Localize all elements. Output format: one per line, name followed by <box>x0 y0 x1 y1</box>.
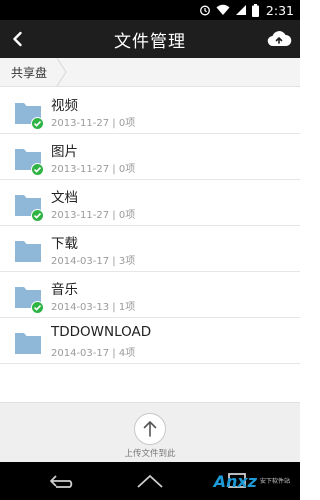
file-name: TDDOWNLOAD <box>51 324 152 340</box>
breadcrumb-separator-icon <box>56 57 68 87</box>
file-meta: 2014-03-13 | 1项 <box>51 302 136 313</box>
signal-icon <box>235 4 247 16</box>
folder-icon <box>14 236 42 264</box>
synced-check-icon <box>31 207 44 222</box>
wifi-icon <box>216 4 230 16</box>
upload-area: 上传文件到此 <box>0 402 300 462</box>
file-row-videos[interactable]: 视频 2013-11-27 | 0项 <box>0 88 300 134</box>
watermark-brand: Anxz <box>213 471 257 491</box>
synced-check-icon <box>31 299 44 314</box>
home-nav-icon[interactable] <box>135 471 165 491</box>
title-bar: 文件管理 <box>0 20 300 58</box>
status-bar: 2:31 <box>0 0 300 20</box>
back-nav-icon[interactable] <box>46 471 76 491</box>
file-name: 下载 <box>51 236 78 252</box>
file-meta: 2013-11-27 | 0项 <box>51 210 136 221</box>
file-row-pictures[interactable]: 图片 2013-11-27 | 0项 <box>0 134 300 180</box>
file-meta: 2014-03-17 | 3项 <box>51 256 136 267</box>
file-meta: 2013-11-27 | 0项 <box>51 164 136 175</box>
synced-check-icon <box>31 115 44 130</box>
file-meta: 2014-03-17 | 4项 <box>51 348 136 359</box>
page-title: 文件管理 <box>114 31 186 52</box>
file-row-music[interactable]: 音乐 2014-03-13 | 1项 <box>0 272 300 318</box>
folder-icon <box>14 328 42 356</box>
breadcrumb-item-shared-drive[interactable]: 共享盘 <box>0 58 64 86</box>
file-name: 音乐 <box>51 282 78 298</box>
file-row-documents[interactable]: 文档 2013-11-27 | 0项 <box>0 180 300 226</box>
alarm-icon <box>199 4 211 16</box>
file-row-tddownload[interactable]: TDDOWNLOAD 2014-03-17 | 4项 <box>0 318 300 364</box>
cloud-icon[interactable] <box>266 28 292 50</box>
clock-time: 2:31 <box>265 2 294 18</box>
breadcrumb: 共享盘 <box>0 57 300 87</box>
system-nav-bar: Anxz 安下软件站 <box>0 462 300 500</box>
back-arrow-icon[interactable] <box>9 30 27 48</box>
file-list: 视频 2013-11-27 | 0项 图片 2013-11-27 | 0项 文档… <box>0 88 300 364</box>
file-name: 文档 <box>51 190 78 206</box>
upload-button[interactable] <box>134 413 166 445</box>
file-name: 图片 <box>51 144 78 160</box>
battery-icon <box>251 3 259 17</box>
watermark-sub: 安下软件站 <box>259 477 290 485</box>
upload-label: 上传文件到此 <box>124 449 176 459</box>
synced-check-icon <box>31 161 44 176</box>
watermark-logo: Anxz 安下软件站 <box>214 466 290 496</box>
file-row-downloads[interactable]: 下载 2014-03-17 | 3项 <box>0 226 300 272</box>
file-name: 视频 <box>51 98 78 114</box>
arrow-up-icon <box>143 421 157 437</box>
file-meta: 2013-11-27 | 0项 <box>51 118 136 129</box>
